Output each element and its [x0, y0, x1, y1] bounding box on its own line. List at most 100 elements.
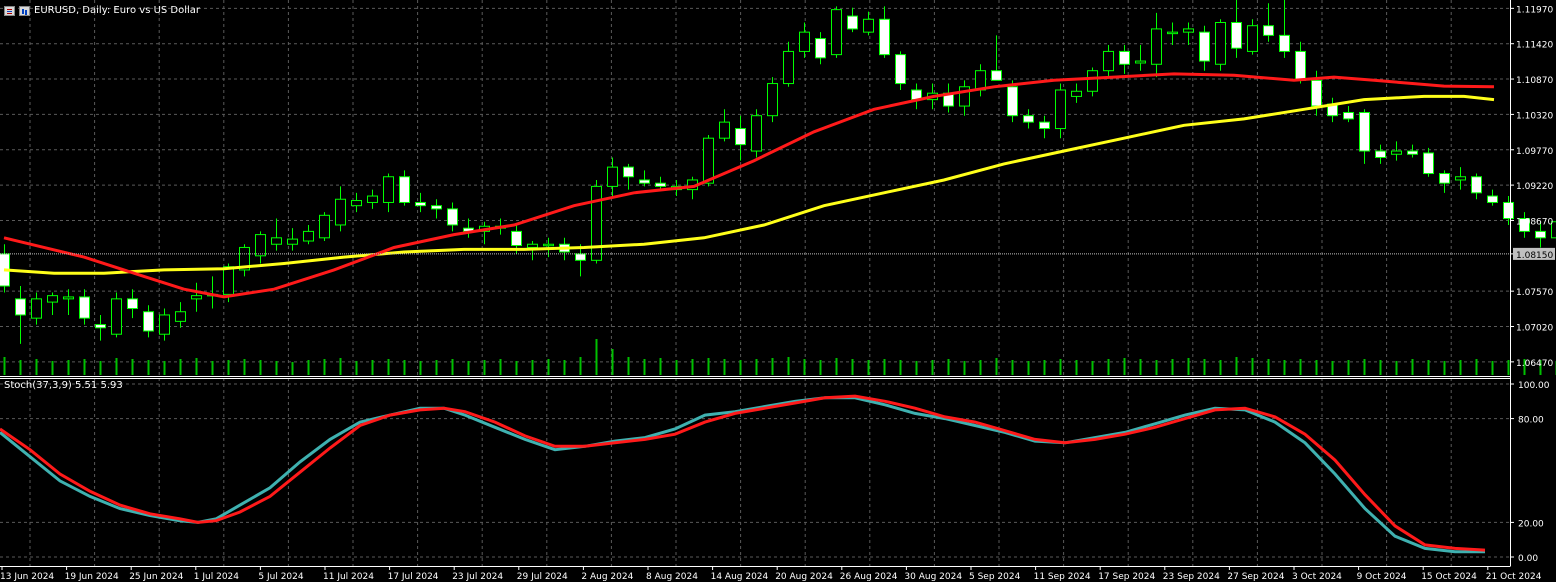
candle-bullish	[719, 121, 730, 139]
time-tick-label: 14 Aug 2024	[711, 572, 769, 582]
candle-bullish	[591, 185, 602, 261]
time-tick-label: 21 Oct 2024	[1486, 572, 1542, 582]
time-tick-label: 30 Aug 2024	[904, 572, 962, 582]
chart-type-icon[interactable]	[19, 6, 30, 16]
time-tick-label: 5 Sep 2024	[969, 572, 1021, 582]
time-tick-label: 23 Jul 2024	[452, 572, 503, 582]
price-tick-label: 1.08670	[1516, 217, 1553, 227]
candle-bearish	[1231, 21, 1242, 49]
candle-bullish	[319, 214, 330, 239]
candle-bullish	[1071, 90, 1082, 97]
time-tick-label: 13 Jun 2024	[0, 572, 54, 582]
time-tick-label: 1 Jul 2024	[194, 572, 239, 582]
time-tick-label: 26 Aug 2024	[840, 572, 898, 582]
candle-bullish	[1455, 176, 1466, 181]
candle-bearish	[1023, 115, 1034, 123]
price-tick-label: 1.09220	[1516, 182, 1553, 192]
candle-bullish	[191, 295, 202, 300]
price-tick-label: 1.10320	[1516, 111, 1553, 121]
stoch-tick-label: 0.00	[1518, 554, 1538, 564]
candle-bullish	[303, 230, 314, 242]
stoch-tick-label: 100.00	[1518, 381, 1550, 391]
candle-bullish	[335, 198, 346, 226]
candle-bearish	[879, 18, 890, 56]
candle-bullish	[1215, 21, 1226, 65]
candle-bearish	[95, 324, 106, 329]
candle-bearish	[1007, 86, 1018, 117]
candle-bearish	[1295, 50, 1306, 81]
candle-bearish	[1535, 230, 1546, 239]
candle-bullish	[255, 234, 266, 257]
candle-bullish	[543, 243, 554, 247]
stoch-tick-label: 20.00	[1518, 519, 1544, 529]
candle-bullish	[271, 237, 282, 245]
moving-average-slow	[3, 94, 1495, 275]
candle-bearish	[895, 54, 906, 85]
time-tick-label: 11 Sep 2024	[1034, 572, 1091, 582]
time-tick-label: 19 Jun 2024	[65, 572, 119, 582]
candle-bullish	[63, 296, 74, 300]
candle-bearish	[655, 182, 666, 187]
candle-bearish	[1039, 121, 1050, 130]
candle-bullish	[351, 200, 362, 207]
time-tick-label: 8 Aug 2024	[646, 572, 698, 582]
candle-bearish	[575, 253, 586, 261]
chart-menu-icon[interactable]	[4, 6, 15, 16]
candle-bearish	[431, 205, 442, 210]
candle-bearish	[847, 15, 858, 30]
candle-bearish	[1279, 34, 1290, 52]
time-tick-label: 25 Jun 2024	[129, 572, 183, 582]
price-chart[interactable]: 1.11970 1.11420 1.10870 1.10320 1.09770 1.092…	[0, 0, 1556, 582]
time-tick-label: 11 Jul 2024	[323, 572, 374, 582]
candle-bullish	[1135, 60, 1146, 64]
time-tick-label: 2 Aug 2024	[581, 572, 633, 582]
candle-bullish	[367, 195, 378, 203]
candle-bearish	[1407, 150, 1418, 155]
candle-bearish	[1119, 50, 1130, 65]
candle-bullish	[863, 18, 874, 33]
candle-bullish	[175, 311, 186, 322]
candle-bullish	[767, 83, 778, 117]
candle-bullish	[1391, 150, 1402, 155]
price-tick-label: 1.10870	[1516, 76, 1553, 86]
candle-bearish	[1439, 173, 1450, 184]
candle-bullish	[783, 50, 794, 85]
time-tick-label: 27 Sep 2024	[1227, 572, 1284, 582]
candle-bearish	[991, 70, 1002, 81]
candle-bullish	[1087, 70, 1098, 92]
price-tick-label: 1.07570	[1516, 288, 1553, 298]
candle-bearish	[1471, 176, 1482, 194]
candle-bullish	[1055, 89, 1066, 130]
candle-bullish	[1103, 50, 1114, 72]
candle-bullish	[287, 238, 298, 245]
candle-bearish	[1375, 150, 1386, 158]
candle-bearish	[639, 179, 650, 184]
candle-bearish	[79, 296, 90, 319]
candle-bullish	[1167, 31, 1178, 35]
candle-bearish	[815, 38, 826, 59]
candle-bullish	[1183, 28, 1194, 33]
candle-bearish	[1343, 111, 1354, 120]
time-tick-label: 3 Oct 2024	[1292, 572, 1342, 582]
candle-bullish	[703, 137, 714, 184]
candle-bullish	[47, 295, 58, 303]
candle-bullish	[159, 314, 170, 335]
candle-bearish	[399, 176, 410, 203]
candle-bearish	[623, 166, 634, 178]
current-price-label: 1.08150	[1516, 251, 1553, 261]
candle-bearish	[511, 230, 522, 247]
candle-bearish	[1503, 201, 1514, 220]
time-tick-label: 20 Aug 2024	[775, 572, 833, 582]
chart-title: EURUSD, Daily: Euro vs US Dollar	[34, 5, 201, 16]
price-tick-label: 1.11970	[1516, 5, 1553, 15]
price-tick-label: 1.06470	[1516, 359, 1553, 369]
price-tick-label: 1.07020	[1516, 324, 1553, 334]
time-tick-label: 29 Jul 2024	[517, 572, 568, 582]
price-tick-label: 1.09770	[1516, 147, 1553, 157]
candle-bullish	[111, 298, 122, 335]
candle-bullish	[527, 243, 538, 248]
time-tick-label: 17 Jul 2024	[388, 572, 439, 582]
stoch-tick-label: 80.00	[1518, 416, 1544, 426]
candle-bullish	[799, 31, 810, 52]
candle-bearish	[127, 298, 138, 310]
